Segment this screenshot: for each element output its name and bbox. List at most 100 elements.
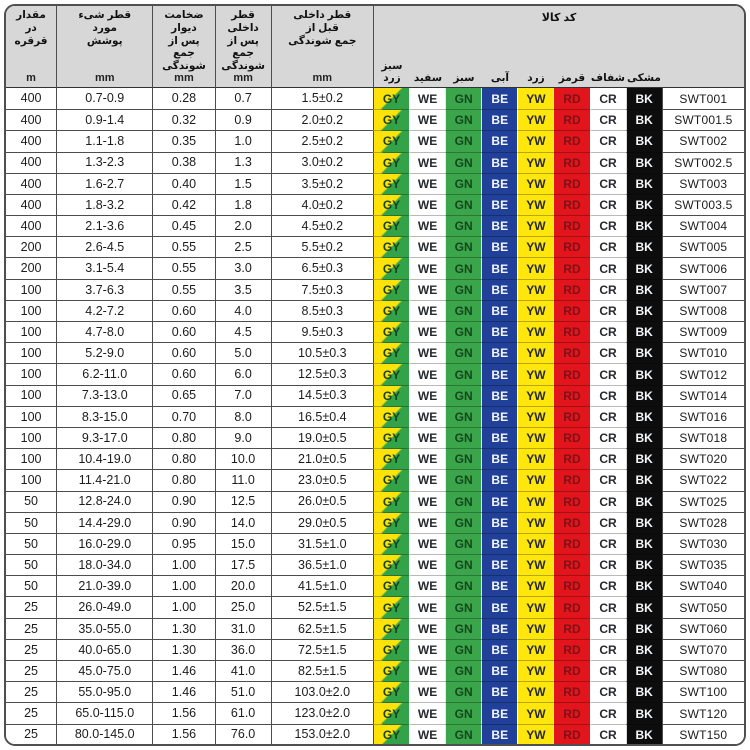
color-cell-cr: CR — [590, 300, 626, 321]
cell-spool-quantity: 50 — [6, 554, 56, 575]
cell-id-before-shrink: 2.5±0.2 — [271, 130, 373, 151]
cell-id-after-shrink: 41.0 — [215, 660, 271, 681]
color-cell-yw: YW — [517, 596, 553, 617]
color-cell-yw: YW — [517, 533, 553, 554]
cell-id-before-shrink: 31.5±1.0 — [271, 533, 373, 554]
color-cell-cr: CR — [590, 554, 626, 575]
color-cell-gy: GY — [373, 448, 409, 469]
color-cell-be: BE — [481, 427, 517, 448]
cell-spool-quantity: 50 — [6, 512, 56, 533]
cell-object-diameter: 0.7-0.9 — [56, 88, 152, 109]
color-cell-gn: GN — [445, 427, 481, 448]
color-cell-rd: RD — [553, 512, 589, 533]
cell-wall-thickness: 1.56 — [152, 702, 214, 723]
color-cell-bk: BK — [626, 681, 662, 702]
header-line: در — [15, 22, 48, 35]
unit-label: m — [26, 73, 36, 85]
cell-id-after-shrink: 1.5 — [215, 173, 271, 194]
color-cell-we: WE — [409, 342, 445, 363]
col-header-wall-thickness: ضخامت دیوار پس از جمع شوندگی mm — [152, 6, 214, 88]
cell-spool-quantity: 100 — [6, 363, 56, 384]
color-cell-gn: GN — [445, 321, 481, 342]
cell-product-code: SWT004 — [662, 215, 744, 236]
cell-spool-quantity: 50 — [6, 533, 56, 554]
cell-object-diameter: 4.7-8.0 — [56, 321, 152, 342]
cell-object-diameter: 0.9-1.4 — [56, 109, 152, 130]
color-cell-yw: YW — [517, 300, 553, 321]
color-cell-yw: YW — [517, 681, 553, 702]
product-code-title: کد کالا — [374, 11, 744, 24]
color-cell-cr: CR — [590, 236, 626, 257]
color-cell-bk: BK — [626, 724, 662, 745]
color-name-line: زرد — [383, 72, 400, 85]
color-cell-yw: YW — [517, 469, 553, 490]
cell-id-after-shrink: 1.3 — [215, 152, 271, 173]
table-row: 4002.1-3.60.452.04.5±0.2GYWEGNBEYWRDCRBK… — [6, 215, 744, 236]
color-cell-yw: YW — [517, 448, 553, 469]
cell-wall-thickness: 0.90 — [152, 491, 214, 512]
cell-id-after-shrink: 0.9 — [215, 109, 271, 130]
color-cell-be: BE — [481, 321, 517, 342]
color-cell-be: BE — [481, 702, 517, 723]
cell-spool-quantity: 100 — [6, 427, 56, 448]
color-cell-be: BE — [481, 88, 517, 109]
cell-object-diameter: 6.2-11.0 — [56, 363, 152, 384]
header-line: پس از — [217, 35, 270, 48]
cell-product-code: SWT008 — [662, 300, 744, 321]
unit-label: mm — [313, 73, 333, 85]
color-cell-we: WE — [409, 300, 445, 321]
color-cell-gn: GN — [445, 363, 481, 384]
cell-wall-thickness: 1.30 — [152, 618, 214, 639]
cell-id-after-shrink: 11.0 — [215, 469, 271, 490]
table-row: 10011.4-21.00.8011.023.0±0.5GYWEGNBEYWRD… — [6, 469, 744, 490]
cell-id-after-shrink: 4.5 — [215, 321, 271, 342]
cell-id-before-shrink: 4.5±0.2 — [271, 215, 373, 236]
cell-object-diameter: 1.3-2.3 — [56, 152, 152, 173]
cell-wall-thickness: 0.28 — [152, 88, 214, 109]
cell-spool-quantity: 400 — [6, 152, 56, 173]
cell-product-code: SWT060 — [662, 618, 744, 639]
color-cell-gy: GY — [373, 173, 409, 194]
color-name-line: شفاف — [591, 72, 625, 85]
cell-product-code: SWT100 — [662, 681, 744, 702]
header-line: جمع شوندگی — [154, 47, 213, 73]
color-cell-gn: GN — [445, 152, 481, 173]
color-cell-gn: GN — [445, 385, 481, 406]
cell-object-diameter: 1.1-1.8 — [56, 130, 152, 151]
color-cell-yw: YW — [517, 512, 553, 533]
color-cell-gy: GY — [373, 724, 409, 745]
cell-spool-quantity: 25 — [6, 681, 56, 702]
color-cell-we: WE — [409, 724, 445, 745]
table-frame: مقدار در قرقره m قطر شیء مورد — [4, 4, 746, 746]
cell-id-after-shrink: 3.0 — [215, 257, 271, 278]
color-cell-we: WE — [409, 363, 445, 384]
cell-id-after-shrink: 8.0 — [215, 406, 271, 427]
color-name-labels: سبززردسفیدسبزآبیزردقرمزشفافمشکی — [374, 60, 744, 87]
cell-wall-thickness: 1.30 — [152, 639, 214, 660]
color-cell-bk: BK — [626, 596, 662, 617]
color-cell-gn: GN — [445, 533, 481, 554]
color-cell-we: WE — [409, 385, 445, 406]
col-header-id-after-shrink: قطر داخلی پس از جمع شوندگی mm — [215, 6, 271, 88]
color-name-line: قرمز — [559, 72, 585, 85]
header-line: مورد — [78, 22, 131, 35]
cell-id-before-shrink: 10.5±0.3 — [271, 342, 373, 363]
color-cell-bk: BK — [626, 660, 662, 681]
color-cell-we: WE — [409, 681, 445, 702]
table-row: 5012.8-24.00.9012.526.0±0.5GYWEGNBEYWRDC… — [6, 491, 744, 512]
cell-spool-quantity: 100 — [6, 448, 56, 469]
cell-id-before-shrink: 21.0±0.5 — [271, 448, 373, 469]
color-cell-rd: RD — [553, 406, 589, 427]
color-cell-gn: GN — [445, 681, 481, 702]
cell-object-diameter: 40.0-65.0 — [56, 639, 152, 660]
cell-spool-quantity: 100 — [6, 469, 56, 490]
table-row: 2002.6-4.50.552.55.5±0.2GYWEGNBEYWRDCRBK… — [6, 236, 744, 257]
cell-id-before-shrink: 62.5±1.5 — [271, 618, 373, 639]
cell-id-before-shrink: 123.0±2.0 — [271, 702, 373, 723]
color-cell-cr: CR — [590, 575, 626, 596]
color-cell-bk: BK — [626, 702, 662, 723]
color-cell-be: BE — [481, 173, 517, 194]
color-cell-cr: CR — [590, 406, 626, 427]
table-row: 2580.0-145.01.5676.0153.0±2.0GYWEGNBEYWR… — [6, 724, 744, 745]
cell-product-code: SWT080 — [662, 660, 744, 681]
